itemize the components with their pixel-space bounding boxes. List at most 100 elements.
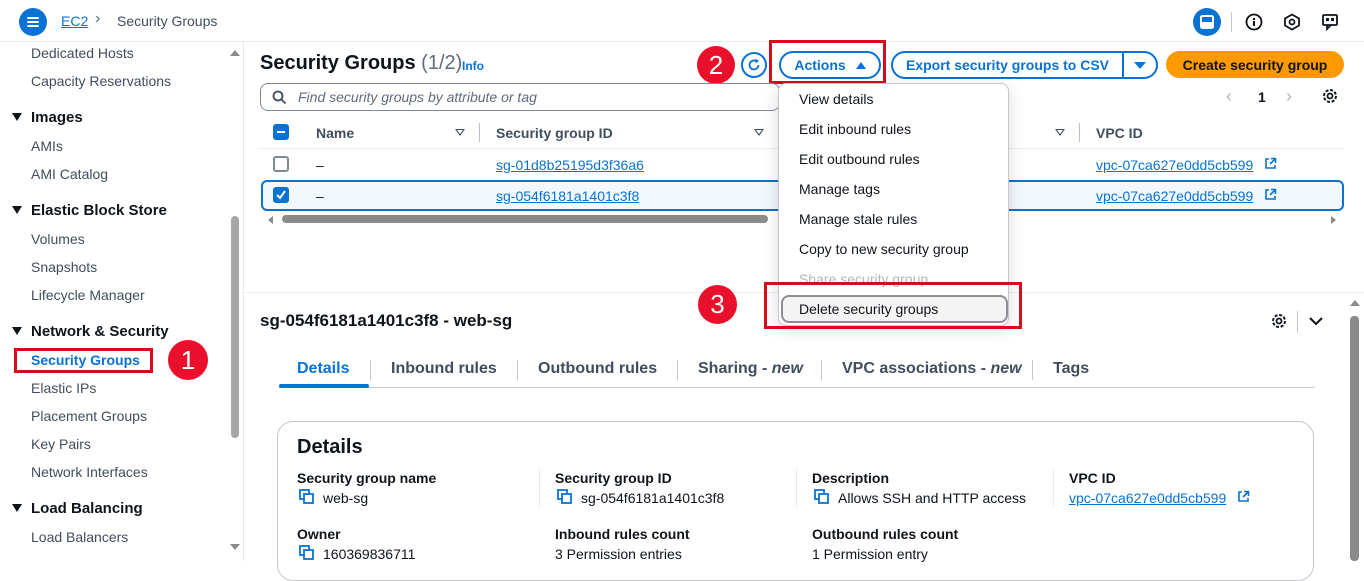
copy-icon[interactable] xyxy=(299,489,315,505)
sidebar-section-load-balancing[interactable]: Load Balancing xyxy=(12,500,143,517)
field-label-outbound-count: Outbound rules count xyxy=(812,526,959,542)
caret-down-icon xyxy=(12,504,22,512)
field-label-vpc-id: VPC ID xyxy=(1069,470,1116,486)
tab-outbound-rules[interactable]: Outbound rules xyxy=(538,360,657,378)
scroll-up-icon[interactable] xyxy=(1350,300,1360,306)
sidebar-item-dedicated-hosts[interactable]: Dedicated Hosts xyxy=(31,45,134,61)
menu-item-manage-tags[interactable]: Manage tags xyxy=(799,181,880,197)
scroll-up-icon[interactable] xyxy=(230,50,240,56)
sidebar-item-snapshots[interactable]: Snapshots xyxy=(31,259,97,275)
sidebar-item-placement-groups[interactable]: Placement Groups xyxy=(31,408,147,424)
menu-icon[interactable] xyxy=(19,8,47,36)
tab-tags[interactable]: Tags xyxy=(1053,360,1089,378)
export-csv-button[interactable]: Export security groups to CSV xyxy=(891,51,1124,79)
sidebar-item-lifecycle-manager[interactable]: Lifecycle Manager xyxy=(31,287,145,303)
tab-details[interactable]: Details xyxy=(297,360,349,378)
copy-icon[interactable] xyxy=(299,545,315,561)
sidebar-item-volumes[interactable]: Volumes xyxy=(31,231,85,247)
info-link[interactable]: Info xyxy=(462,59,484,73)
row-checkbox[interactable] xyxy=(273,187,289,203)
sort-icon[interactable] xyxy=(754,129,764,136)
prev-page-icon[interactable]: ‹ xyxy=(1226,86,1232,107)
column-header-sg-id[interactable]: Security group ID xyxy=(496,125,613,141)
cell-sg-id-link[interactable]: sg-01d8b25195d3f36a6 xyxy=(496,157,644,173)
actions-button[interactable]: Actions xyxy=(779,51,881,79)
tab-label: Sharing - xyxy=(698,360,772,377)
scroll-right-icon[interactable] xyxy=(1331,216,1336,224)
tab-sharing[interactable]: Sharing - new xyxy=(698,360,803,378)
scroll-left-icon[interactable] xyxy=(268,216,273,224)
refresh-button[interactable] xyxy=(741,52,767,78)
field-divider xyxy=(796,468,797,508)
annotation-box-3 xyxy=(764,282,1022,329)
sort-icon[interactable] xyxy=(1055,129,1065,136)
sidebar-item-load-balancers[interactable]: Load Balancers xyxy=(31,529,128,545)
field-label-inbound-count: Inbound rules count xyxy=(555,526,690,542)
sidebar-item-capacity-reservations[interactable]: Capacity Reservations xyxy=(31,73,171,89)
table-horizontal-scrollbar[interactable] xyxy=(282,215,768,223)
export-dropdown-button[interactable] xyxy=(1122,51,1158,79)
menu-item-copy-to-new-sg[interactable]: Copy to new security group xyxy=(799,241,969,257)
active-tab-indicator xyxy=(279,384,369,388)
tabs-divider xyxy=(279,387,1315,388)
page-number[interactable]: 1 xyxy=(1258,89,1266,105)
scroll-down-icon[interactable] xyxy=(230,544,240,550)
new-badge: new xyxy=(990,360,1022,377)
details-card-title: Details xyxy=(297,436,363,458)
sidebar-section-ebs[interactable]: Elastic Block Store xyxy=(12,202,167,219)
title-text: Security Groups xyxy=(260,52,416,74)
next-page-icon[interactable]: › xyxy=(1286,86,1292,107)
tab-inbound-rules[interactable]: Inbound rules xyxy=(391,360,497,378)
sidebar-scrollbar[interactable] xyxy=(231,216,239,438)
sidebar-item-ami-catalog[interactable]: AMI Catalog xyxy=(31,166,108,182)
external-link-icon[interactable] xyxy=(1264,157,1277,170)
menu-item-view-details[interactable]: View details xyxy=(799,91,873,107)
sidebar-section-images[interactable]: Images xyxy=(12,109,83,126)
field-label-sg-id: Security group ID xyxy=(555,470,672,486)
section-title: Elastic Block Store xyxy=(31,202,167,219)
sidebar-item-key-pairs[interactable]: Key Pairs xyxy=(31,436,91,452)
caret-up-icon xyxy=(855,61,866,69)
divider xyxy=(1297,311,1298,333)
top-bar: EC2 › Security Groups xyxy=(0,0,1364,42)
sidebar-section-network-security[interactable]: Network & Security xyxy=(12,323,169,340)
column-header-vpc-id[interactable]: VPC ID xyxy=(1096,125,1143,141)
external-link-icon[interactable] xyxy=(1264,188,1277,201)
menu-item-manage-stale-rules[interactable]: Manage stale rules xyxy=(799,211,917,227)
tab-label: Outbound rules xyxy=(538,360,658,377)
cell-sg-id-link[interactable]: sg-054f6181a1401c3f8 xyxy=(496,188,639,204)
cell-vpc-id-link[interactable]: vpc-07ca627e0dd5cb599 xyxy=(1096,188,1253,204)
chevron-down-icon[interactable] xyxy=(1308,315,1324,327)
actions-label: Actions xyxy=(794,57,846,73)
settings-icon[interactable] xyxy=(1270,312,1288,330)
select-all-checkbox[interactable] xyxy=(273,124,289,140)
panel-toggle-icon[interactable] xyxy=(1193,8,1221,36)
field-value-outbound-count: 1 Permission entry xyxy=(812,546,928,562)
column-header-name[interactable]: Name xyxy=(316,125,354,141)
cell-vpc-id-link[interactable]: vpc-07ca627e0dd5cb599 xyxy=(1096,157,1253,173)
search-input[interactable]: Find security groups by attribute or tag xyxy=(260,83,780,111)
sort-icon[interactable] xyxy=(455,129,465,136)
settings-icon[interactable] xyxy=(1321,87,1339,105)
menu-item-edit-outbound-rules[interactable]: Edit outbound rules xyxy=(799,151,920,167)
search-icon xyxy=(272,90,287,105)
security-icon[interactable] xyxy=(1278,8,1306,36)
divider xyxy=(1231,12,1232,32)
field-divider xyxy=(539,468,540,508)
feedback-icon[interactable] xyxy=(1316,8,1344,36)
sidebar-item-network-interfaces[interactable]: Network Interfaces xyxy=(31,464,148,480)
sidebar-item-elastic-ips[interactable]: Elastic IPs xyxy=(31,380,96,396)
row-checkbox[interactable] xyxy=(273,156,289,172)
sidebar-item-amis[interactable]: AMIs xyxy=(31,138,63,154)
copy-icon[interactable] xyxy=(814,489,830,505)
external-link-icon[interactable] xyxy=(1237,490,1250,503)
copy-icon[interactable] xyxy=(557,489,573,505)
field-value-vpc-id-link[interactable]: vpc-07ca627e0dd5cb599 xyxy=(1069,490,1226,506)
new-badge: new xyxy=(771,360,803,377)
details-scrollbar[interactable] xyxy=(1350,316,1359,561)
tab-vpc-associations[interactable]: VPC associations - new xyxy=(842,360,1022,378)
info-icon[interactable] xyxy=(1240,8,1268,36)
menu-item-edit-inbound-rules[interactable]: Edit inbound rules xyxy=(799,121,911,137)
breadcrumb-ec2[interactable]: EC2 xyxy=(61,13,88,29)
create-security-group-button[interactable]: Create security group xyxy=(1166,51,1344,78)
